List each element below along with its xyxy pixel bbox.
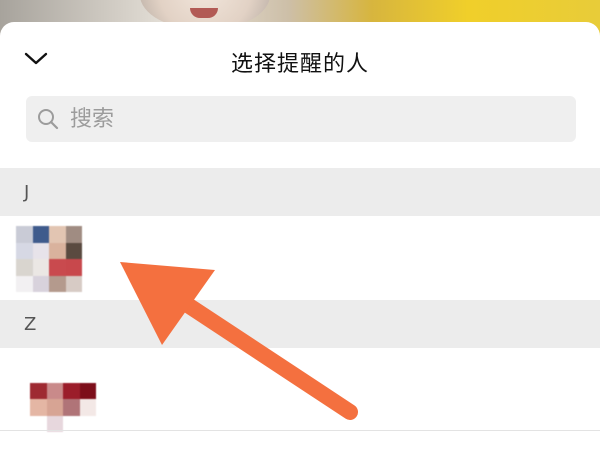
contact-row[interactable] [0, 348, 600, 432]
avatar [30, 366, 96, 432]
section-header-j: J [0, 168, 600, 216]
search-box[interactable] [26, 96, 576, 142]
search-input[interactable] [68, 105, 552, 133]
sheet-header: 选择提醒的人 [0, 22, 600, 96]
divider [0, 430, 600, 431]
section-letter: Z [24, 313, 37, 335]
avatar [16, 226, 82, 292]
contact-row[interactable] [0, 216, 600, 300]
select-reminder-sheet: 选择提醒的人 J Z [0, 22, 600, 450]
page-title: 选择提醒的人 [230, 52, 369, 77]
section-letter: J [24, 181, 30, 203]
section-header-z: Z [0, 300, 600, 348]
search-icon [36, 107, 60, 131]
